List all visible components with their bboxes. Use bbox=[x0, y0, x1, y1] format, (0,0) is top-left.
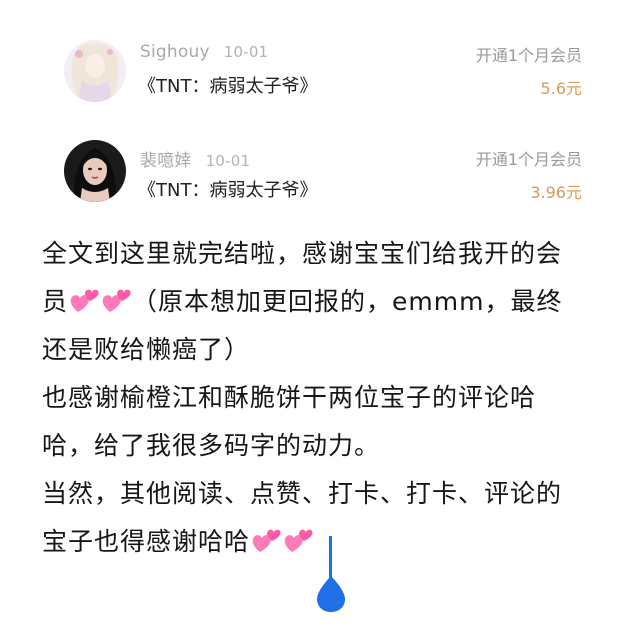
message-line: 哈，给了我很多码字的动力。 bbox=[42, 431, 381, 460]
message-line: 全文到这里就完结啦，感谢宝宝们给我开的会 bbox=[42, 239, 563, 268]
membership-action: 开通1个月会员 bbox=[475, 150, 582, 169]
two-hearts-icon bbox=[68, 283, 100, 312]
book-title[interactable]: 《TNT：病弱太子爷》 bbox=[138, 72, 317, 98]
price: 5.6元 bbox=[540, 79, 582, 98]
message-line: 宝子也得感谢哈哈 bbox=[42, 518, 608, 566]
avatar[interactable] bbox=[64, 140, 126, 202]
message-line: 也感谢榆橙江和酥脆饼干两位宝子的评论哈 bbox=[42, 383, 537, 412]
date: 10-01 bbox=[223, 43, 269, 61]
two-hearts-icon bbox=[250, 523, 282, 552]
username-text[interactable]: Sighouy bbox=[140, 42, 210, 62]
member-entry: Sighouy 10-01 《TNT：病弱太子爷》 开通1个月会员 5.6元 bbox=[0, 28, 640, 128]
date: 10-01 bbox=[205, 152, 251, 170]
membership-action: 开通1个月会员 bbox=[475, 46, 582, 65]
two-hearts-icon bbox=[282, 523, 314, 552]
avatar[interactable] bbox=[64, 40, 126, 102]
message-line: 还是败给懒癌了） bbox=[42, 335, 251, 364]
member-entry: 裴噫婞 10-01 《TNT：病弱太子爷》 开通1个月会员 3.96元 bbox=[0, 128, 640, 228]
book-title[interactable]: 《TNT：病弱太子爷》 bbox=[138, 176, 317, 202]
message-line: 当然，其他阅读、点赞、打卡、打卡、评论的 bbox=[42, 479, 563, 508]
cursor-handle-icon[interactable] bbox=[314, 574, 348, 614]
message-line: 员（原本想加更回报的，emmm，最终 bbox=[42, 278, 608, 326]
username[interactable]: Sighouy 10-01 bbox=[140, 42, 268, 62]
two-hearts-icon bbox=[100, 283, 132, 312]
price: 3.96元 bbox=[530, 183, 582, 202]
username-text[interactable]: 裴噫婞 bbox=[140, 151, 192, 171]
username[interactable]: 裴噫婞 10-01 bbox=[140, 146, 250, 171]
message-body[interactable]: 全文到这里就完结啦，感谢宝宝们给我开的会 员（原本想加更回报的，emmm，最终 … bbox=[42, 230, 608, 566]
